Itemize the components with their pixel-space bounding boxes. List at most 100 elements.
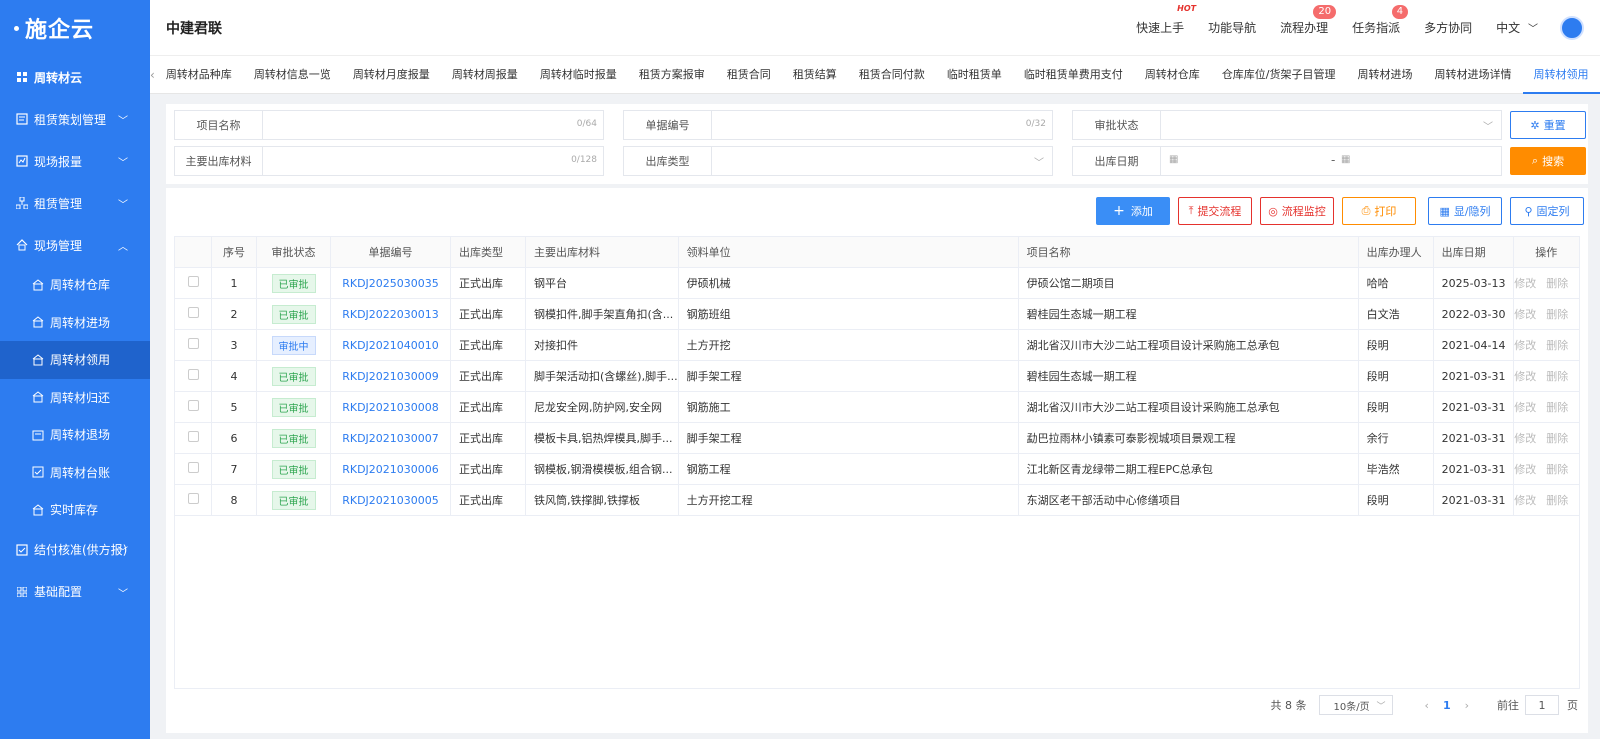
sidebar-subitem-ledger[interactable]: 周转材台账	[0, 454, 150, 492]
fix-columns-button[interactable]: ⚲ 固定列	[1510, 197, 1584, 225]
delete-button[interactable]: 删除	[1546, 401, 1568, 414]
tab-item[interactable]: 周转材品种库	[155, 56, 243, 94]
doc-code-link[interactable]: RKDJ2021040010	[342, 339, 439, 352]
sidebar-subitem-entry[interactable]: 周转材进场	[0, 304, 150, 342]
row-checkbox-cell[interactable]	[174, 391, 212, 423]
delete-button[interactable]: 删除	[1546, 277, 1568, 290]
submit-process-button[interactable]: ⤒ 提交流程	[1178, 197, 1252, 225]
process-monitor-button[interactable]: ◎ 流程监控	[1260, 197, 1334, 225]
doc-no-input[interactable]: 0/32	[712, 111, 1052, 139]
tab-item[interactable]: 租赁方案报审	[628, 56, 716, 94]
row-checkbox[interactable]	[187, 400, 199, 411]
row-checkbox-cell[interactable]	[174, 453, 212, 485]
row-checkbox[interactable]	[187, 276, 199, 287]
sidebar-subitem-stock[interactable]: 实时库存	[0, 491, 150, 529]
tab-item[interactable]: 周转材月度报量	[342, 56, 441, 94]
toggle-columns-button[interactable]: ▦ 显/隐列	[1428, 197, 1502, 225]
table-row[interactable]: 1 已审批 RKDJ2025030035 正式出库 钢平台 伊硕机械 伊硕公馆二期项目 哈哈 2…	[174, 267, 1581, 299]
out-type-select[interactable]: ﹀	[712, 147, 1052, 175]
sidebar-subitem-warehouse[interactable]: 周转材仓库	[0, 266, 150, 304]
row-checkbox-cell[interactable]	[174, 484, 212, 516]
prev-page-button[interactable]: ‹	[1425, 699, 1429, 712]
row-checkbox-cell[interactable]	[174, 267, 212, 299]
print-button[interactable]: ⎙ 打印	[1342, 197, 1416, 225]
row-checkbox[interactable]	[187, 338, 199, 349]
tab-item[interactable]: 仓库库位/货架子目管理	[1211, 56, 1347, 94]
edit-button[interactable]: 修改	[1514, 463, 1536, 476]
edit-button[interactable]: 修改	[1514, 494, 1536, 507]
row-checkbox[interactable]	[187, 462, 199, 473]
delete-button[interactable]: 删除	[1546, 432, 1568, 445]
collaboration-link[interactable]: 多方协同	[1424, 19, 1472, 36]
edit-button[interactable]: 修改	[1514, 308, 1536, 321]
avatar[interactable]	[1560, 15, 1584, 40]
table-row[interactable]: 4 已审批 RKDJ2021030009 正式出库 脚手架活动扣(含螺丝),脚手... 脚…	[174, 360, 1581, 392]
sidebar-item-lease-management[interactable]: 租赁管理 ﹀	[0, 182, 150, 224]
sidebar-item-zhouzhuancai-yun[interactable]: 周转材云	[0, 56, 150, 98]
project-name-input[interactable]: 0/64	[263, 111, 603, 139]
tab-item[interactable]: 临时租赁单费用支付	[1013, 56, 1134, 94]
table-row[interactable]: 6 已审批 RKDJ2021030007 正式出库 模板卡具,铝热焊模具,脚手... 脚手…	[174, 422, 1581, 454]
row-checkbox[interactable]	[187, 369, 199, 380]
row-checkbox-cell[interactable]	[174, 329, 212, 361]
table-row[interactable]: 2 已审批 RKDJ2022030013 正式出库 钢模扣件,脚手架直角扣(含... 钢筋…	[174, 298, 1581, 330]
process-link[interactable]: 流程办理 20	[1280, 5, 1337, 36]
tab-item[interactable]: 周转材周报量	[441, 56, 529, 94]
sidebar-item-basic-config[interactable]: 基础配置 ﹀	[0, 571, 150, 613]
tab-item[interactable]: 周转材临时报量	[529, 56, 628, 94]
row-checkbox[interactable]	[187, 493, 199, 504]
sidebar-item-site-report[interactable]: 现场报量 ﹀	[0, 140, 150, 182]
doc-code-link[interactable]: RKDJ2021030008	[342, 401, 439, 414]
page-number[interactable]: 1	[1443, 699, 1451, 712]
tab-item[interactable]: 周转材仓库	[1134, 56, 1211, 94]
row-checkbox[interactable]	[187, 431, 199, 442]
sidebar-item-site-management[interactable]: 现场管理 ︿	[0, 224, 150, 266]
delete-button[interactable]: 删除	[1546, 370, 1568, 383]
tab-active[interactable]: 周转材领用	[1522, 56, 1600, 94]
material-input[interactable]: 0/128	[263, 147, 603, 175]
search-button[interactable]: ⌕ 搜索	[1510, 147, 1586, 175]
row-checkbox-cell[interactable]	[174, 360, 212, 392]
delete-button[interactable]: 删除	[1546, 339, 1568, 352]
row-checkbox-cell[interactable]	[174, 298, 212, 330]
edit-button[interactable]: 修改	[1514, 401, 1536, 414]
tab-item[interactable]: 临时租赁单	[936, 56, 1013, 94]
delete-button[interactable]: 删除	[1546, 494, 1568, 507]
page-size-select[interactable]: 10条/页 ﹀	[1318, 695, 1393, 715]
sidebar-item-lease-planning[interactable]: 租赁策划管理 ﹀	[0, 98, 150, 140]
edit-button[interactable]: 修改	[1514, 277, 1536, 290]
doc-code-link[interactable]: RKDJ2021030009	[342, 370, 439, 383]
table-row[interactable]: 3 审批中 RKDJ2021040010 正式出库 对接扣件 土方开挖 湖北省汉川市大沙二站…	[174, 329, 1581, 361]
goto-input[interactable]: 1	[1525, 695, 1559, 715]
out-date-range[interactable]: ▦ - ▦	[1161, 147, 1501, 175]
edit-button[interactable]: 修改	[1514, 370, 1536, 383]
quick-start-link[interactable]: 快速上手 HOT	[1136, 4, 1196, 36]
sidebar-subitem-return[interactable]: 周转材归还	[0, 379, 150, 417]
select-all-cell[interactable]	[174, 236, 212, 268]
sidebar-item-settlement[interactable]: 结付核准(供方报) ﹀	[0, 529, 150, 571]
tab-item[interactable]: 租赁合同付款	[848, 56, 936, 94]
tab-item[interactable]: 租赁结算	[782, 56, 848, 94]
edit-button[interactable]: 修改	[1514, 339, 1536, 352]
row-checkbox[interactable]	[187, 307, 199, 318]
table-row[interactable]: 5 已审批 RKDJ2021030008 正式出库 尼龙安全网,防护网,安全网 钢筋施工湖…	[174, 391, 1581, 423]
logo[interactable]: 施企云	[0, 0, 150, 56]
delete-button[interactable]: 删除	[1546, 308, 1568, 321]
next-page-button[interactable]: ›	[1465, 699, 1469, 712]
doc-code-link[interactable]: RKDJ2025030035	[342, 277, 439, 290]
task-assign-link[interactable]: 任务指派 4	[1352, 5, 1409, 36]
sidebar-subitem-exit[interactable]: 周转材退场	[0, 416, 150, 454]
approval-status-select[interactable]: ﹀	[1161, 111, 1501, 139]
tab-item[interactable]: 周转材进场详情	[1424, 56, 1523, 94]
doc-code-link[interactable]: RKDJ2021030006	[342, 463, 439, 476]
reset-button[interactable]: ✲ 重置	[1510, 111, 1586, 139]
doc-code-link[interactable]: RKDJ2021030005	[342, 494, 439, 507]
tab-item[interactable]: 周转材进场	[1347, 56, 1424, 94]
language-select[interactable]: 中文 ﹀	[1496, 19, 1538, 36]
doc-code-link[interactable]: RKDJ2021030007	[342, 432, 439, 445]
table-row[interactable]: 8 已审批 RKDJ2021030005 正式出库 铁风筒,铁撑脚,铁撑板 土方开挖工程东…	[174, 484, 1581, 516]
table-row[interactable]: 7 已审批 RKDJ2021030006 正式出库 钢模板,钢滑模模板,组合钢... 钢筋…	[174, 453, 1581, 485]
tab-item[interactable]: 周转材信息一览	[243, 56, 342, 94]
edit-button[interactable]: 修改	[1514, 432, 1536, 445]
sidebar-subitem-collect[interactable]: 周转材领用	[0, 341, 150, 379]
